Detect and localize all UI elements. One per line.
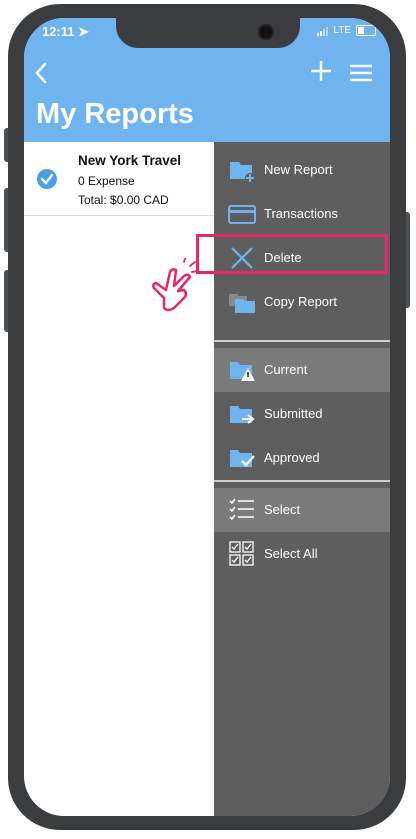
chevron-left-icon	[35, 62, 47, 84]
menu-item-copy-report[interactable]: Copy Report	[214, 280, 390, 324]
camera	[258, 24, 274, 40]
checklist-icon	[229, 498, 254, 521]
status-time: 12:11 ➤	[42, 24, 90, 39]
network-label: LTE	[333, 25, 351, 36]
signal-icon	[317, 26, 329, 36]
menu-item-new-report[interactable]: New Report	[214, 148, 390, 192]
check-folder-icon	[230, 450, 255, 467]
back-button[interactable]	[34, 62, 48, 88]
battery-icon	[356, 25, 376, 36]
menu-label: Submitted	[264, 406, 323, 421]
status-bar-right: LTE	[317, 25, 376, 36]
menu-item-submitted[interactable]: Submitted	[214, 392, 390, 436]
report-item[interactable]: New York Travel 0 Expense Total: $0.00 C…	[24, 142, 214, 216]
report-count: 0 Expense	[78, 174, 135, 188]
menu-item-select-all[interactable]: Select All	[214, 532, 390, 576]
menu-label: Current	[264, 362, 308, 377]
menu-label: Select All	[264, 546, 318, 561]
copy-folder-icon	[229, 294, 255, 313]
pointing-hand-icon	[152, 258, 198, 312]
arrow-folder-icon	[230, 406, 255, 424]
phone-frame: 12:11 ➤ LTE My Reports New York Travel 0…	[8, 4, 406, 830]
menu-item-current[interactable]: Current	[214, 348, 390, 392]
checkbox-grid-icon	[229, 541, 254, 566]
hamburger-icon	[350, 64, 372, 82]
menu-label: Select	[264, 502, 301, 517]
plus-icon	[311, 61, 331, 81]
card-icon	[228, 205, 256, 224]
menu-label: Approved	[264, 450, 320, 465]
warning-folder-icon	[230, 362, 255, 381]
notch	[116, 18, 300, 48]
menu-label: Copy Report	[264, 294, 337, 309]
menu-item-transactions[interactable]: Transactions	[214, 192, 390, 236]
menu-item-approved[interactable]: Approved	[214, 436, 390, 480]
report-total: Total: $0.00 CAD	[78, 193, 169, 207]
page-title: My Reports	[36, 98, 194, 130]
menu-item-select[interactable]: Select	[214, 488, 390, 532]
menu-label: Transactions	[264, 206, 338, 221]
menu-button[interactable]	[350, 64, 372, 87]
menu-divider	[214, 340, 390, 342]
highlight-box	[196, 234, 388, 274]
screen: 12:11 ➤ LTE My Reports New York Travel 0…	[24, 18, 390, 816]
menu-label: New Report	[264, 162, 333, 177]
add-button[interactable]	[310, 60, 332, 87]
report-name: New York Travel	[78, 153, 182, 168]
check-circle-icon[interactable]	[37, 169, 57, 189]
location-arrow-icon: ➤	[78, 24, 90, 39]
menu-divider	[214, 480, 390, 482]
folder-plus-icon	[230, 162, 255, 183]
